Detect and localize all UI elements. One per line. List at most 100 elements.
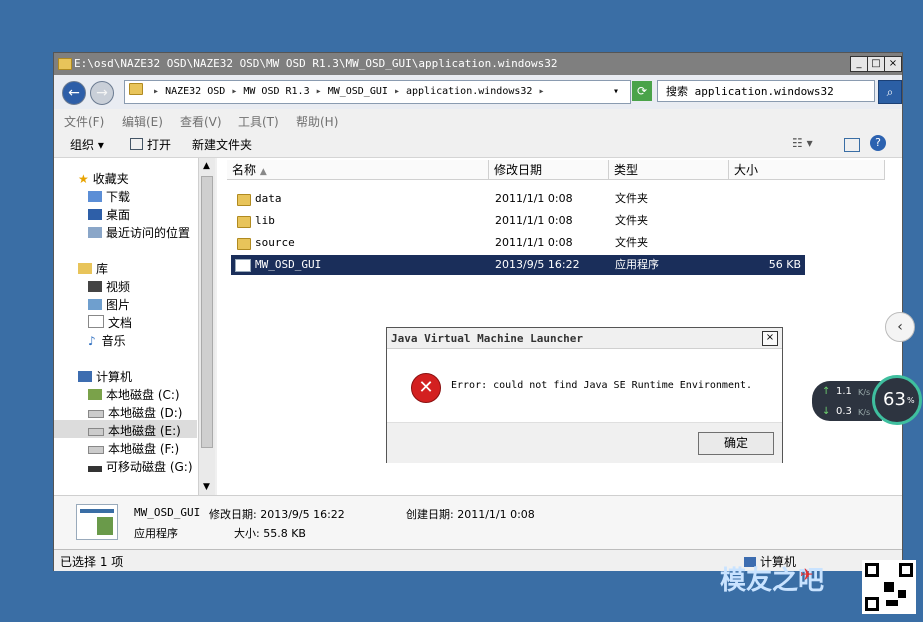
- table-row[interactable]: source 2011/1/1 0:08 文件夹: [231, 233, 805, 253]
- search-icon[interactable]: ⌕: [878, 80, 902, 104]
- nav-item-drive-f[interactable]: 本地磁盘 (F:): [88, 440, 179, 457]
- refresh-icon[interactable]: ⟳: [632, 81, 652, 101]
- title-bar[interactable]: E:\osd\NAZE32 OSD\NAZE32 OSD\MW OSD R1.3…: [54, 53, 902, 75]
- nav-item-documents-label: 文档: [108, 316, 133, 330]
- nav-item-recent-label: 最近访问的位置: [106, 226, 191, 240]
- dialog-title-bar[interactable]: Java Virtual Machine Launcher ×: [387, 328, 782, 348]
- error-dialog: Java Virtual Machine Launcher × ✕ Error:…: [386, 327, 783, 463]
- forward-button[interactable]: →: [90, 81, 114, 105]
- details-type: 应用程序: [134, 527, 178, 540]
- ok-button[interactable]: 确定: [698, 432, 774, 455]
- organize-button[interactable]: 组织 ▾: [70, 136, 104, 153]
- airplane-icon: ✈: [800, 565, 814, 584]
- nav-favorites[interactable]: ★ 收藏夹: [78, 170, 129, 187]
- view-options-icon[interactable]: ☷ ▾: [792, 136, 813, 150]
- help-icon[interactable]: ?: [870, 135, 886, 151]
- nav-favorites-label: 收藏夹: [92, 172, 129, 186]
- crumb-mwosd[interactable]: MW OSD R1.3: [243, 86, 309, 97]
- file-name: data: [255, 192, 282, 205]
- nav-library[interactable]: 库: [78, 260, 108, 277]
- file-name: source: [255, 236, 295, 249]
- crumb-naze32[interactable]: NAZE32 OSD: [165, 86, 225, 97]
- nav-item-drive-e[interactable]: 本地磁盘 (E:): [88, 422, 181, 439]
- menu-edit[interactable]: 编辑(E): [122, 113, 163, 130]
- usage-percent-sign: %: [907, 396, 915, 405]
- dropdown-icon[interactable]: ▾: [613, 81, 619, 103]
- table-row-selected[interactable]: MW_OSD_GUI 2013/9/5 16:22 应用程序 56 KB: [231, 255, 805, 275]
- column-header-date[interactable]: 修改日期: [489, 160, 609, 180]
- folder-icon: [237, 194, 251, 206]
- nav-library-label: 库: [96, 262, 109, 276]
- window-title: E:\osd\NAZE32 OSD\NAZE32 OSD\MW OSD R1.3…: [74, 57, 558, 70]
- nav-item-videos[interactable]: 视频: [88, 278, 130, 295]
- nav-item-music[interactable]: ♪ 音乐: [88, 332, 126, 349]
- nav-item-downloads[interactable]: 下载: [88, 188, 130, 205]
- upload-arrow-icon: ↑: [822, 386, 831, 397]
- back-button[interactable]: ←: [62, 81, 86, 105]
- menu-tools[interactable]: 工具(T): [238, 113, 279, 130]
- dialog-close-button[interactable]: ×: [762, 331, 778, 346]
- application-thumbnail-icon: [76, 504, 118, 540]
- menu-view[interactable]: 查看(V): [180, 113, 222, 130]
- file-type: 文件夹: [615, 192, 648, 205]
- scroll-up-icon[interactable]: ▲: [199, 158, 214, 174]
- upload-unit: K/s: [858, 388, 871, 397]
- nav-item-documents[interactable]: 文档: [88, 314, 132, 331]
- scroll-thumb[interactable]: [201, 176, 213, 448]
- preview-pane-icon[interactable]: [844, 138, 860, 152]
- library-icon: [78, 263, 92, 274]
- crumb-app[interactable]: application.windows32: [406, 86, 532, 97]
- error-icon: ✕: [411, 373, 441, 403]
- nav-item-recent[interactable]: 最近访问的位置: [88, 224, 190, 241]
- nav-item-drive-d[interactable]: 本地磁盘 (D:): [88, 404, 182, 421]
- nav-item-pictures[interactable]: 图片: [88, 296, 130, 313]
- nav-item-drive-c-label: 本地磁盘 (C:): [106, 388, 180, 402]
- column-header-type[interactable]: 类型: [609, 160, 729, 180]
- menu-help[interactable]: 帮助(H): [296, 113, 338, 130]
- close-button[interactable]: ×: [884, 56, 902, 72]
- nav-scrollbar[interactable]: ▲ ▼: [198, 158, 215, 495]
- dialog-footer: 确定: [387, 422, 782, 463]
- star-icon: ★: [78, 172, 89, 186]
- folder-icon: [129, 83, 143, 95]
- column-name-label: 名称: [232, 163, 257, 177]
- file-date: 2011/1/1 0:08: [495, 192, 573, 205]
- scroll-down-icon[interactable]: ▼: [199, 479, 214, 495]
- new-folder-button[interactable]: 新建文件夹: [192, 136, 252, 153]
- organize-label: 组织: [70, 138, 95, 152]
- nav-item-drive-c[interactable]: 本地磁盘 (C:): [88, 386, 180, 403]
- file-type: 文件夹: [615, 214, 648, 227]
- network-speed-widget: ↑ 1.1 K/s ↓ 0.3 K/s 63 %: [812, 375, 923, 435]
- download-speed: 0.3: [836, 406, 852, 417]
- open-button[interactable]: 打开: [130, 136, 171, 153]
- downloads-icon: [88, 191, 102, 202]
- nav-item-pictures-label: 图片: [106, 298, 131, 312]
- file-date: 2011/1/1 0:08: [495, 214, 573, 227]
- nav-computer[interactable]: 计算机: [78, 368, 132, 385]
- folder-icon: [58, 58, 72, 70]
- upload-speed: 1.1: [836, 386, 852, 397]
- file-size: 56 KB: [768, 258, 801, 271]
- nav-item-drive-g[interactable]: 可移动磁盘 (G:): [88, 458, 193, 475]
- chevron-left-icon[interactable]: ‹: [885, 312, 915, 342]
- table-row[interactable]: data 2011/1/1 0:08 文件夹: [231, 189, 805, 209]
- nav-item-desktop[interactable]: 桌面: [88, 206, 130, 223]
- details-pane: MW_OSD_GUI 修改日期: 2013/9/5 16:22 创建日期: 20…: [54, 495, 902, 550]
- nav-item-drive-d-label: 本地磁盘 (D:): [108, 406, 183, 420]
- dialog-message: Error: could not find Java SE Runtime En…: [451, 380, 753, 391]
- nav-computer-label: 计算机: [96, 370, 133, 384]
- status-selected: 已选择 1 项: [60, 555, 124, 569]
- usage-gauge[interactable]: 63 %: [872, 375, 922, 425]
- table-row[interactable]: lib 2011/1/1 0:08 文件夹: [231, 211, 805, 231]
- recent-places-icon: [88, 227, 102, 238]
- column-header-name[interactable]: 名称 ▲: [227, 160, 489, 180]
- menu-file[interactable]: 文件(F): [64, 113, 104, 130]
- minimize-button[interactable]: _: [850, 56, 868, 72]
- crumb-gui[interactable]: MW_OSD_GUI: [328, 86, 388, 97]
- maximize-button[interactable]: □: [867, 56, 885, 72]
- nav-item-drive-e-label: 本地磁盘 (E:): [108, 424, 181, 438]
- command-bar: 组织 ▾ 打开 新建文件夹 ☷ ▾ ?: [54, 131, 902, 158]
- address-bar[interactable]: ▸ NAZE32 OSD ▸ MW OSD R1.3 ▸ MW_OSD_GUI …: [124, 80, 631, 104]
- column-header-size[interactable]: 大小: [729, 160, 885, 180]
- search-input[interactable]: 搜索 application.windows32: [657, 80, 875, 102]
